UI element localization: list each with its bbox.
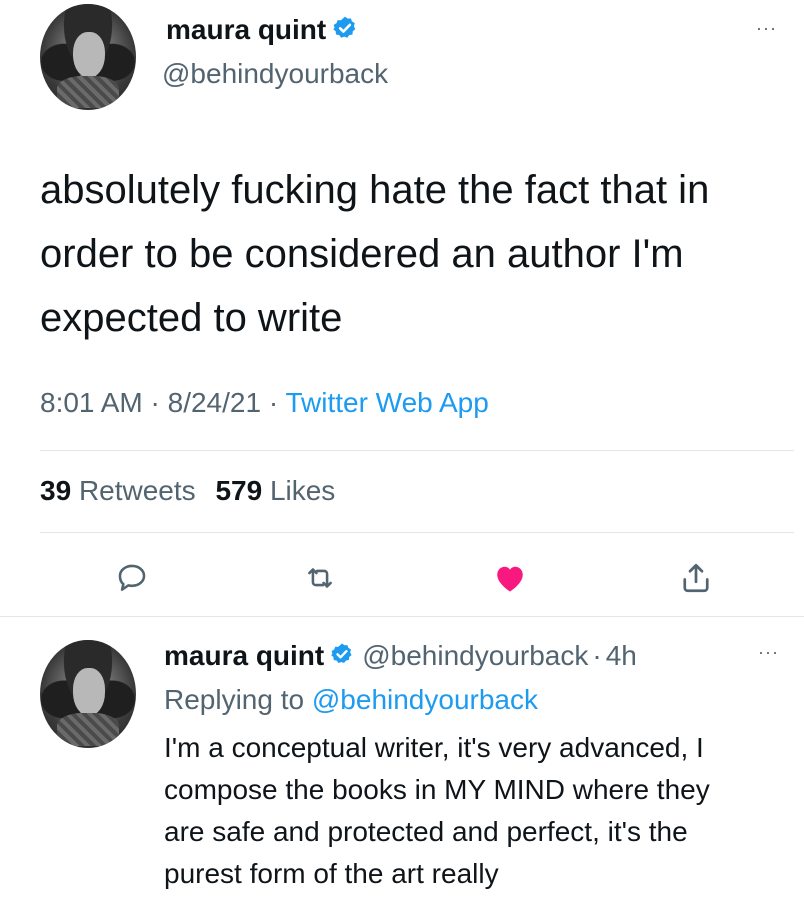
meta-separator: · [592,640,602,671]
speech-bubble-icon [118,564,146,591]
retweets-label[interactable]: Retweets [79,475,196,506]
tweet-source-link[interactable]: Twitter Web App [285,387,488,418]
retweets-count[interactable]: 39 [40,475,71,506]
share-upload-icon [683,563,709,593]
reply-text-line: are safe and protected and perfect, it's… [164,816,688,847]
meta-separator: · [150,387,160,418]
author-name[interactable]: maura quint [166,14,326,46]
reply-author-name[interactable]: maura quint [164,640,324,672]
retweet-button[interactable] [300,558,340,598]
author-handle[interactable]: @behindyourback [162,58,388,90]
tweet-text-line: order to be considered an author I'm [40,232,684,276]
divider [0,616,804,617]
reply-age[interactable]: 4h [606,640,637,672]
avatar-face [72,668,106,716]
more-options-icon[interactable]: ··· [756,18,777,39]
engagement-stats: 39 Retweets 579 Likes [40,475,347,507]
tweet-time[interactable]: 8:01 AM [40,387,143,418]
reply-header-row: maura quint @behindyourback · 4h [164,640,637,672]
reply-text: I'm a conceptual writer, it's very advan… [164,727,794,895]
verified-badge-icon [330,642,354,671]
divider [40,532,794,533]
tweet-date[interactable]: 8/24/21 [168,387,261,418]
tweet-metadata: 8:01 AM · 8/24/21 · Twitter Web App [40,387,489,419]
share-button[interactable] [676,558,716,598]
avatar-face [72,31,106,79]
meta-separator: · [268,387,279,418]
reply-button[interactable] [112,558,152,598]
retweet-arrows-icon [308,568,332,588]
heart-icon [497,566,523,592]
avatar-scarf [57,713,119,746]
tweet-text-line: absolutely fucking hate the fact that in [40,168,710,212]
more-options-icon[interactable]: ··· [758,642,779,663]
reply-author-avatar[interactable] [40,640,136,748]
like-button[interactable] [490,558,530,598]
replying-to-mention[interactable]: @behindyourback [312,684,538,715]
replying-to: Replying to @behindyourback [164,684,538,716]
reply-text-line: I'm a conceptual writer, it's very advan… [164,732,704,763]
likes-label[interactable]: Likes [270,475,335,506]
divider [40,450,794,451]
tweet-text-line: expected to write [40,296,343,340]
reply-text-line: purest form of the art really [164,858,499,889]
likes-count[interactable]: 579 [215,475,262,506]
tweet-text: absolutely fucking hate the fact that in… [40,158,780,350]
author-name-row[interactable]: maura quint [166,14,358,46]
avatar-scarf [57,76,119,108]
reply-text-line: compose the books in MY MIND where they [164,774,710,805]
replying-prefix: Replying to [164,684,305,715]
reply-author-handle[interactable]: @behindyourback [362,640,588,672]
author-avatar[interactable] [40,4,136,110]
verified-badge-icon [332,15,358,46]
